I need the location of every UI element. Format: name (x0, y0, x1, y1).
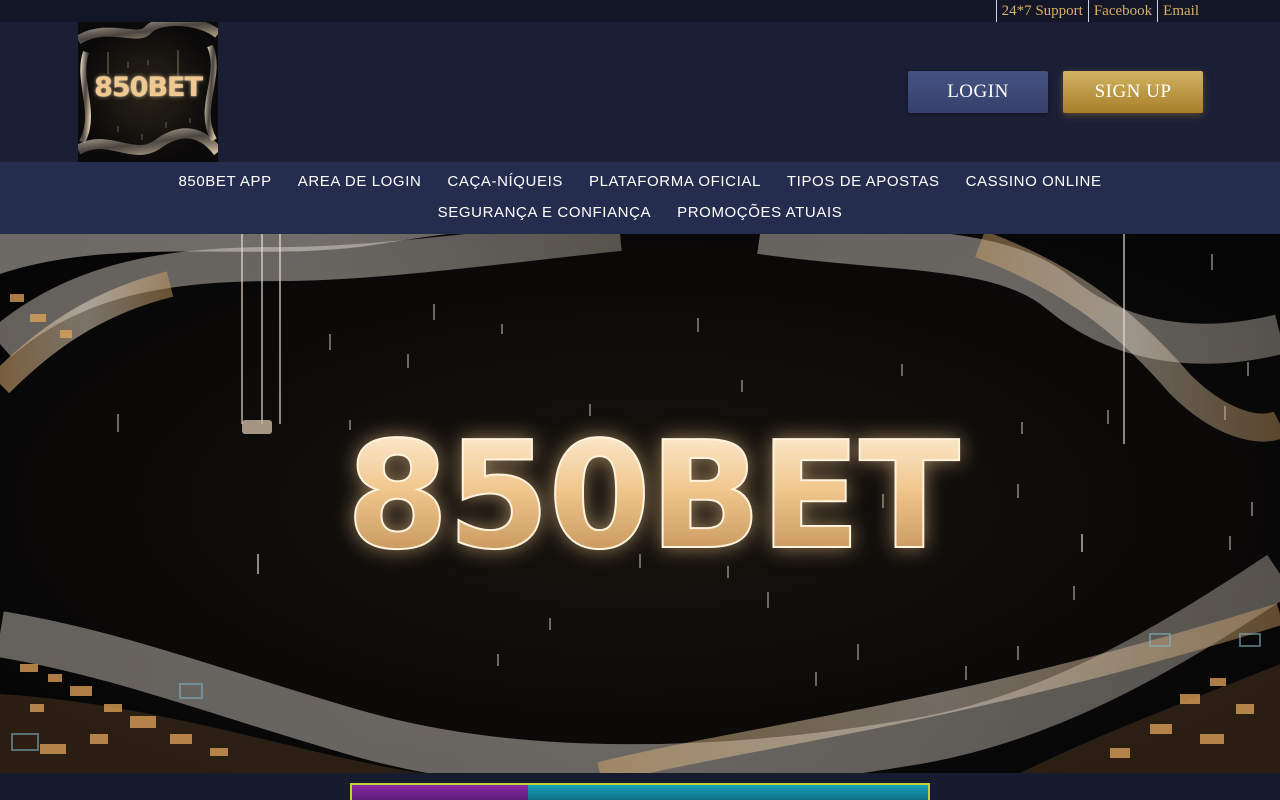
nav-item-promocoes-atuais[interactable]: PROMOÇÕES ATUAIS (664, 203, 855, 223)
site-header: 850BET LOGIN SIGN UP (0, 22, 1280, 162)
top-links: 24*7 Support Facebook Email (995, 0, 1204, 22)
hero-logo-text: 850BET (346, 410, 960, 582)
promo-banner-left (352, 785, 528, 800)
login-button[interactable]: LOGIN (908, 71, 1048, 113)
nav-item-plataforma-oficial[interactable]: PLATAFORMA OFICIAL (576, 172, 774, 192)
nav-item-850bet-app[interactable]: 850BET APP (165, 172, 284, 192)
top-utility-bar: 24*7 Support Facebook Email (0, 0, 1280, 22)
nav-row-2: SEGURANÇA E CONFIANÇA PROMOÇÕES ATUAIS (0, 203, 1280, 223)
main-nav: 850BET APP AREA DE LOGIN CAÇA-NÍQUEIS PL… (0, 162, 1280, 234)
hero-banner: 850BET (0, 234, 1280, 773)
site-logo[interactable]: 850BET (78, 22, 218, 162)
nav-item-seguranca-e-confianca[interactable]: SEGURANÇA E CONFIANÇA (425, 203, 664, 223)
nav-item-caca-niqueis[interactable]: CAÇA-NÍQUEIS (434, 172, 576, 192)
nav-item-tipos-de-apostas[interactable]: TIPOS DE APOSTAS (774, 172, 953, 192)
promo-banner-right (528, 785, 928, 800)
signup-button[interactable]: SIGN UP (1063, 71, 1203, 113)
promo-banner[interactable] (350, 783, 930, 800)
nav-item-area-de-login[interactable]: AREA DE LOGIN (285, 172, 435, 192)
support-link[interactable]: 24*7 Support (995, 0, 1088, 22)
logo-text: 850BET (94, 72, 203, 103)
email-link[interactable]: Email (1157, 0, 1204, 22)
nav-row-1: 850BET APP AREA DE LOGIN CAÇA-NÍQUEIS PL… (0, 172, 1280, 192)
bottom-area (0, 773, 1280, 800)
hero-image: 850BET (0, 234, 1280, 773)
nav-item-cassino-online[interactable]: CASSINO ONLINE (953, 172, 1115, 192)
facebook-link[interactable]: Facebook (1087, 0, 1157, 22)
